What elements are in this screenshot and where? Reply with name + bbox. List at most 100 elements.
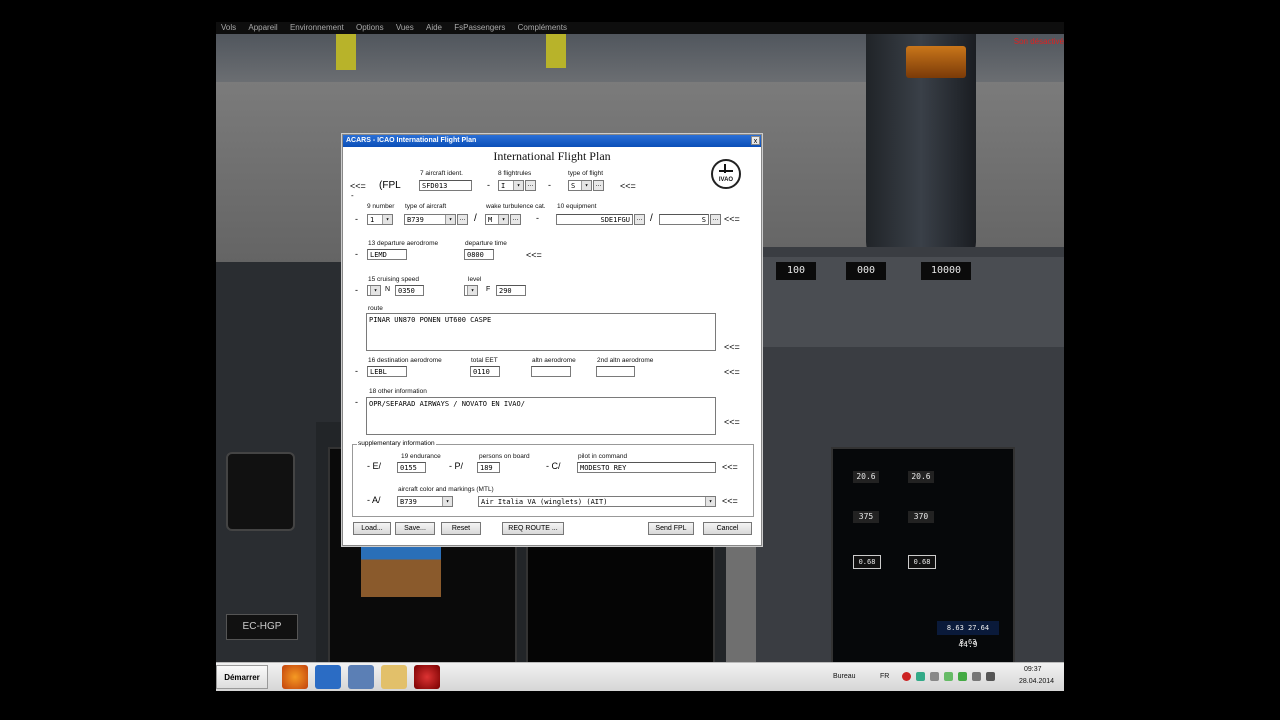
mtl-select[interactable]: Air Italia VA (winglets) (AIT) ▾ [478,496,716,507]
firefox-icon[interactable] [282,665,308,689]
surveillance-ellipsis-button[interactable]: ... [710,214,721,225]
fuel-display: 8.63 27.64 8.63 [937,621,999,646]
altitude-display: 10000 [921,262,971,280]
clock-time[interactable]: 09:37 [1024,666,1042,673]
ff-right: 0.68 [908,555,936,569]
row3-arrows-right: <<= [526,250,542,260]
dialog-titlebar[interactable]: ACARS - ICAO International Flight Plan [343,135,761,147]
pilot-field[interactable]: MODESTO REY [577,462,716,473]
close-button[interactable]: x [751,136,760,145]
windows-taskbar: Démarrer Bureau FR 09:37 28.04.2014 [216,662,1064,691]
start-button[interactable]: Démarrer [216,665,268,689]
supp-arrows-2: <<= [722,496,738,506]
departure-time-field[interactable]: 0800 [464,249,494,260]
aircraft-ident-field[interactable]: SFD013 [419,180,472,191]
menu-environnement[interactable]: Environnement [290,23,344,32]
tray-app-icon[interactable] [916,672,925,681]
folder-icon[interactable] [381,665,407,689]
persons-field[interactable]: 189 [477,462,500,473]
departure-field[interactable]: LEMD [367,249,407,260]
aircraft-type-ellipsis-button[interactable]: ... [457,214,468,225]
tray-battery-icon[interactable] [958,672,967,681]
equipment-ellipsis-button[interactable]: ... [634,214,645,225]
row1-dash-2: - [548,180,551,190]
mtl-value: Air Italia VA (winglets) (AIT) [481,498,608,506]
chevron-down-icon: ▾ [442,497,452,506]
bureau-label[interactable]: Bureau [833,673,856,680]
app-icon[interactable] [348,665,374,689]
flightrules-value: I [501,182,506,190]
destination-field[interactable]: LEBL [367,366,407,377]
equipment-surveillance-field[interactable]: S [659,214,709,225]
wake-select[interactable]: M ▾ [485,214,509,225]
flightrules-ellipsis-button[interactable]: ... [525,180,536,191]
type-of-flight-ellipsis-button[interactable]: ... [593,180,604,191]
menu-vues[interactable]: Vues [396,23,414,32]
endurance-field[interactable]: 0155 [397,462,426,473]
req-route-button[interactable]: REQ ROUTE ... [502,522,564,535]
engine-display: 20.6 20.6 375 370 0.68 0.68 8.63 27.64 8… [831,447,1015,666]
wake-ellipsis-button[interactable]: ... [510,214,521,225]
send-fpl-button[interactable]: Send FPL [648,522,694,535]
cruising-speed-field[interactable]: 0350 [395,285,424,296]
persons-prefix: - P/ [449,461,464,471]
language-indicator[interactable]: FR [880,673,889,680]
reset-button[interactable]: Reset [441,522,481,535]
wake-value: M [488,216,493,224]
other-arrows-right: <<= [724,417,740,427]
sim-menu-bar: Vols Appareil Environnement Options Vues… [216,22,1064,34]
save-button[interactable]: Save... [395,522,435,535]
menu-vols[interactable]: Vols [221,23,236,32]
row2-slash: / [474,213,477,224]
chevron-down-icon: ▾ [382,215,392,224]
type-of-flight-label: type of flight [568,170,604,177]
menu-options[interactable]: Options [356,23,384,32]
aircraft-color-select[interactable]: B739 ▾ [397,496,453,507]
aircraft-type-select[interactable]: B739 ▾ [404,214,456,225]
aircraft-type-label: type of aircraft [405,203,447,210]
altn-field[interactable] [531,366,571,377]
flight-plan-dialog: ACARS - ICAO International Flight Plan x… [342,134,762,546]
menu-complements[interactable]: Compléments [518,23,567,32]
row2-dash-2: - [536,213,539,223]
menu-fspassengers[interactable]: FsPassengers [454,23,505,32]
row4-dash: - [355,285,358,295]
speed-unit-select[interactable]: ▾ [367,285,381,296]
chevron-down-icon: ▾ [705,497,715,506]
level-field[interactable]: 290 [496,285,526,296]
departure-time-label: departure time [465,240,507,247]
eet-field[interactable]: 0110 [470,366,500,377]
row1-lead-dash: - [351,191,354,200]
altn2-field[interactable] [596,366,635,377]
tray-network-icon[interactable] [944,672,953,681]
flightrules-select[interactable]: I ▾ [498,180,524,191]
type-of-flight-value: S [571,182,576,190]
type-of-flight-select[interactable]: S ▾ [568,180,592,191]
menu-appareil[interactable]: Appareil [248,23,277,32]
destination-label: 16 destination aerodrome [368,357,442,364]
record-icon[interactable] [414,665,440,689]
aircraft-type-value: B739 [407,216,424,224]
sound-disabled-warning: Son désactivé [1013,37,1064,46]
n1-left: 20.6 [853,471,879,483]
load-button[interactable]: Load... [353,522,391,535]
number-select[interactable]: 1 ▾ [367,214,393,225]
standby-instrument [226,452,295,531]
cancel-button[interactable]: Cancel [703,522,752,535]
clock-date[interactable]: 28.04.2014 [1019,678,1054,685]
tray-display-icon[interactable] [972,672,981,681]
ivao-logo-text: IVAO [718,177,734,183]
tray-volume-icon[interactable] [986,672,995,681]
tray-record-icon[interactable] [902,672,911,681]
aircraft-color-value: B739 [400,498,417,506]
equipment-field[interactable]: SDE1FGU [556,214,633,225]
form-title: International Flight Plan [493,149,611,163]
route-field[interactable]: PINAR UN870 PONEN UT600 CASPE [366,313,716,351]
other-info-field[interactable]: OPR/SEFARAD AIRWAYS / NOVATO EN IVAO/ [366,397,716,435]
level-unit-select[interactable]: ▾ [464,285,478,296]
row2-slash-2: / [650,213,653,224]
plane-icon [719,170,733,172]
flight-sim-icon[interactable] [315,665,341,689]
tray-flag-icon[interactable] [930,672,939,681]
menu-aide[interactable]: Aide [426,23,442,32]
